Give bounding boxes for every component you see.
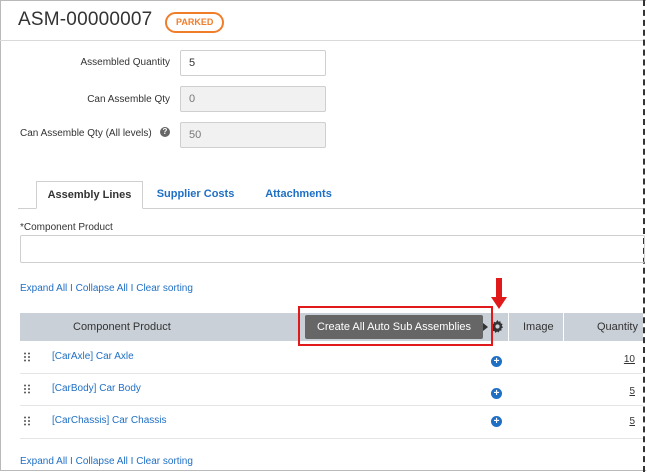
can-assemble-qty-input: 0: [180, 86, 326, 112]
component-product-link[interactable]: [CarBody] Car Body: [52, 383, 141, 394]
can-assemble-qty-label: Can Assemble Qty: [87, 94, 170, 105]
link-separator: I: [130, 283, 134, 294]
column-header-component-product[interactable]: Component Product: [73, 313, 171, 341]
clear-sorting-link[interactable]: Clear sorting: [136, 283, 193, 294]
assembled-quantity-input[interactable]: 5: [180, 50, 326, 76]
status-badge: PARKED: [165, 12, 225, 33]
collapse-all-link[interactable]: Collapse All: [76, 283, 128, 294]
table-row[interactable]: [CarChassis] Car Chassis + 5: [20, 406, 643, 438]
add-image-icon[interactable]: +: [491, 388, 502, 399]
add-image-icon[interactable]: +: [491, 416, 502, 427]
table-row[interactable]: [CarAxle] Car Axle + 10: [20, 342, 643, 374]
column-divider: [508, 313, 509, 341]
link-separator: I: [70, 456, 73, 467]
expand-all-link[interactable]: Expand All: [20, 283, 67, 294]
quantity-value[interactable]: 5: [629, 386, 635, 397]
drag-handle-icon[interactable]: [23, 416, 31, 426]
clear-sorting-link[interactable]: Clear sorting: [136, 456, 193, 467]
component-product-link[interactable]: [CarChassis] Car Chassis: [52, 415, 166, 426]
component-product-input[interactable]: [20, 235, 645, 263]
expand-all-link[interactable]: Expand All: [20, 456, 67, 467]
assembled-quantity-label: Assembled Quantity: [80, 57, 171, 68]
column-divider: [563, 313, 564, 341]
table-actions-top: Expand All I Collapse All I Clear sortin…: [20, 283, 193, 294]
quantity-value[interactable]: 5: [629, 416, 635, 427]
drag-handle-icon[interactable]: [23, 384, 31, 394]
link-separator: I: [130, 456, 134, 467]
column-header-quantity[interactable]: Quantity: [597, 313, 638, 341]
tab-supplier-costs[interactable]: Supplier Costs: [153, 181, 238, 208]
tab-bar: Assembly Lines Supplier Costs Attachment…: [18, 181, 643, 209]
drag-handle-icon[interactable]: [23, 352, 31, 362]
component-product-label: *Component Product: [20, 222, 113, 233]
component-product-link[interactable]: [CarAxle] Car Axle: [52, 351, 134, 362]
tab-assembly-lines[interactable]: Assembly Lines: [36, 181, 143, 209]
collapse-all-link[interactable]: Collapse All: [76, 456, 128, 467]
link-separator: I: [70, 283, 73, 294]
column-header-image[interactable]: Image: [523, 313, 554, 341]
red-arrow-icon: [491, 278, 507, 309]
can-assemble-qty-all-label: Can Assemble Qty (All levels): [20, 128, 152, 139]
table-actions-bottom: Expand All I Collapse All I Clear sortin…: [20, 456, 193, 467]
page-header: ASM-00000007 PARKED: [0, 0, 643, 41]
page-title: ASM-00000007: [18, 9, 153, 30]
tab-attachments[interactable]: Attachments: [256, 181, 341, 208]
table-row[interactable]: [CarBody] Car Body + 5: [20, 374, 643, 406]
question-circle-icon[interactable]: ?: [160, 127, 170, 137]
row-divider: [20, 438, 643, 439]
highlight-box: [298, 306, 493, 346]
can-assemble-qty-all-input: 50: [180, 122, 326, 148]
add-image-icon[interactable]: +: [491, 356, 502, 367]
quantity-value[interactable]: 10: [624, 354, 635, 365]
